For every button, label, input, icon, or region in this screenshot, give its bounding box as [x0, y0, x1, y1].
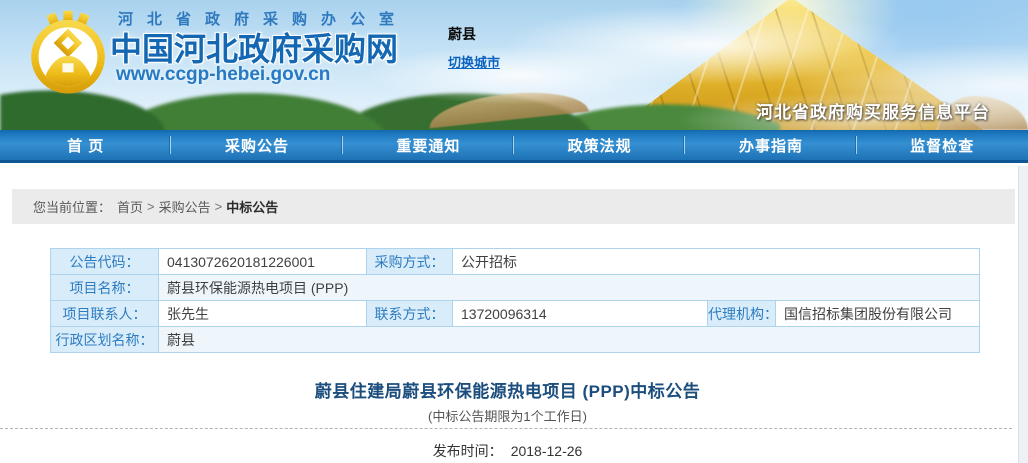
table-row: 项目名称： 蔚县环保能源热电项目 (PPP) — [51, 275, 980, 301]
announcement-subtitle: (中标公告期限为1个工作日) — [0, 406, 1015, 425]
breadcrumb-prefix: 您当前位置： — [33, 197, 111, 216]
page: 河北省政府采购办公室 中国河北政府采购网 www.ccgp-hebei.gov.… — [0, 0, 1028, 463]
current-city-label: 蔚县 — [448, 24, 476, 44]
breadcrumb-separator: > — [147, 199, 155, 214]
procurement-method-value: 公开招标 — [453, 249, 980, 275]
breadcrumb-home-link[interactable]: 首页 — [117, 197, 143, 216]
platform-slogan: 河北省政府购买服务信息平台 — [756, 98, 990, 123]
project-name-label: 项目名称： — [51, 275, 159, 301]
district-value: 蔚县 — [159, 327, 980, 353]
breadcrumb: 您当前位置： 首页 > 采购公告 > 中标公告 — [12, 189, 1015, 224]
contact-phone-label: 联系方式： — [367, 301, 453, 327]
breadcrumb-current: 中标公告 — [226, 197, 278, 216]
district-label: 行政区划名称： — [51, 327, 159, 353]
switch-city-link[interactable]: 切换城市 — [448, 52, 500, 71]
nav-item-service-guide[interactable]: 办事指南 — [685, 130, 856, 160]
nav-item-home[interactable]: 首 页 — [0, 130, 171, 160]
agency-label: 代理机构： — [708, 301, 776, 327]
dashed-divider — [0, 428, 1012, 429]
nav-item-procurement-announcements[interactable]: 采购公告 — [171, 130, 342, 160]
table-row: 行政区划名称： 蔚县 — [51, 327, 980, 353]
project-name-value: 蔚县环保能源热电项目 (PPP) — [159, 275, 980, 301]
nav-item-policies[interactable]: 政策法规 — [514, 130, 685, 160]
announcement-code-label: 公告代码： — [51, 249, 159, 275]
announcement-info-table: 公告代码： 0413072620181226001 采购方式： 公开招标 项目名… — [50, 248, 980, 353]
nav-item-supervision[interactable]: 监督检查 — [857, 130, 1028, 160]
procurement-method-label: 采购方式： — [367, 249, 453, 275]
announcement-title: 蔚县住建局蔚县环保能源热电项目 (PPP)中标公告 — [0, 377, 1015, 402]
publish-time-value: 2018-12-26 — [511, 443, 583, 459]
scrollbar[interactable] — [1018, 166, 1028, 463]
site-header-banner: 河北省政府采购办公室 中国河北政府采购网 www.ccgp-hebei.gov.… — [0, 0, 1028, 130]
site-logo-icon[interactable] — [22, 8, 114, 100]
announcement-code-value: 0413072620181226001 — [159, 249, 367, 275]
contact-phone-value: 13720096314 — [453, 301, 708, 327]
project-contact-value: 张先生 — [159, 301, 367, 327]
publish-time-label: 发布时间： — [433, 443, 503, 459]
publish-time: 发布时间： 2018-12-26 — [0, 441, 1015, 461]
breadcrumb-separator: > — [215, 199, 223, 214]
nav-item-important-notices[interactable]: 重要通知 — [343, 130, 514, 160]
table-row: 公告代码： 0413072620181226001 采购方式： 公开招标 — [51, 249, 980, 275]
table-row: 项目联系人： 张先生 联系方式： 13720096314 代理机构： 国信招标集… — [51, 301, 980, 327]
site-url: www.ccgp-hebei.gov.cn — [116, 64, 330, 86]
main-nav: 首 页 采购公告 重要通知 政策法规 办事指南 监督检查 — [0, 130, 1028, 163]
agency-value: 国信招标集团股份有限公司 — [776, 301, 980, 327]
project-contact-label: 项目联系人： — [51, 301, 159, 327]
breadcrumb-section-link[interactable]: 采购公告 — [159, 197, 211, 216]
